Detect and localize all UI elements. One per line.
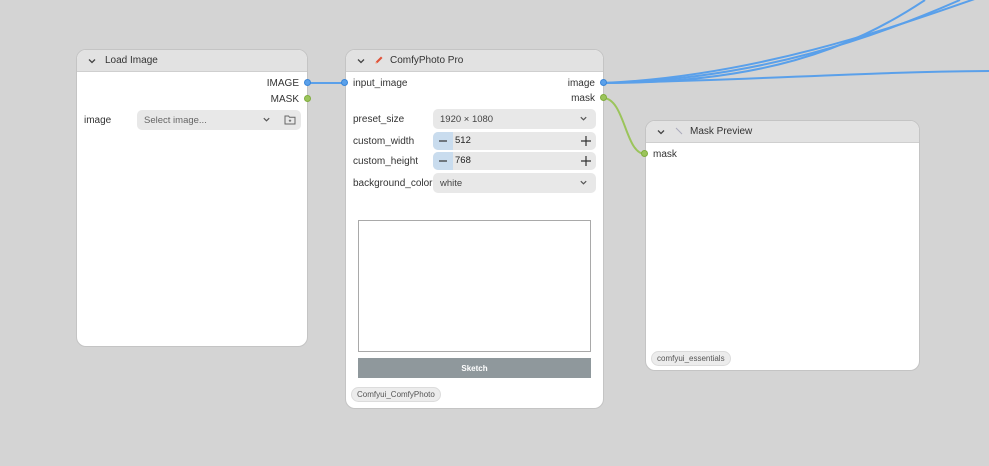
custom-width-label: custom_width [353, 136, 415, 147]
custom-height-stepper[interactable]: 768 [433, 152, 596, 170]
comfyphoto-image-output-dot[interactable] [600, 79, 607, 86]
output-image-label: IMAGE [266, 78, 299, 89]
chevron-down-icon [580, 180, 587, 185]
load-image-header[interactable]: Load Image [77, 50, 307, 72]
node-title: Load Image [105, 55, 158, 66]
mask-preview-header[interactable]: Mask Preview [646, 121, 919, 143]
folder-icon[interactable] [284, 114, 296, 125]
image-select-placeholder: Select image... [144, 114, 207, 126]
link-image-out-4[interactable] [602, 70, 989, 84]
output-image-label: image [567, 78, 595, 89]
custom-height-value[interactable]: 768 [455, 155, 471, 166]
load-image-node[interactable]: Load Image IMAGE MASK image Select image… [76, 49, 308, 347]
preset-size-label: preset_size [353, 114, 405, 125]
input-mask-label: mask [653, 149, 677, 160]
background-color-label: background_color [353, 178, 433, 189]
chevron-down-icon[interactable] [354, 54, 368, 68]
chevron-down-icon[interactable] [85, 54, 99, 68]
plus-icon[interactable] [580, 155, 592, 167]
custom-height-label: custom_height [353, 156, 419, 167]
minus-icon[interactable] [433, 152, 453, 170]
custom-width-value[interactable]: 512 [455, 135, 471, 146]
image-widget-label: image [84, 115, 112, 126]
node-source-badge: Comfyui_ComfyPhoto [351, 387, 441, 402]
wand-icon [674, 126, 686, 138]
link-image-out-1[interactable] [602, 0, 926, 84]
output-mask-label: MASK [270, 94, 299, 105]
preset-size-select[interactable]: 1920 × 1080 [433, 109, 596, 129]
mask-preview-node[interactable]: Mask Preview mask comfyui_essentials [645, 120, 920, 371]
mask-preview-input-dot[interactable] [641, 150, 648, 157]
comfyphoto-header[interactable]: ComfyPhoto Pro [346, 50, 603, 72]
node-title: ComfyPhoto Pro [390, 55, 464, 66]
node-source-badge: comfyui_essentials [651, 351, 731, 366]
comfyphoto-input-image-dot[interactable] [341, 79, 348, 86]
input-image-label: input_image [353, 78, 408, 89]
output-mask-label: mask [571, 93, 595, 104]
chevron-down-icon [580, 116, 587, 121]
sketch-button[interactable]: Sketch [358, 358, 591, 378]
background-color-value: white [440, 177, 463, 189]
plus-icon[interactable] [580, 135, 592, 147]
comfyphoto-pro-node[interactable]: ComfyPhoto Pro input_image image mask pr… [345, 49, 604, 409]
chevron-down-icon [263, 117, 270, 122]
link-image-out-3[interactable] [602, 0, 989, 84]
link-mask-to-preview[interactable] [602, 97, 646, 155]
custom-width-stepper[interactable]: 512 [433, 132, 596, 150]
background-color-select[interactable]: white [433, 173, 596, 193]
load-image-image-output-dot[interactable] [304, 79, 311, 86]
preset-size-value: 1920 × 1080 [440, 113, 494, 125]
node-title: Mask Preview [690, 126, 753, 137]
chevron-down-icon[interactable] [654, 125, 668, 139]
sketch-canvas[interactable] [358, 220, 591, 352]
link-image-out-2[interactable] [602, 0, 961, 84]
minus-icon[interactable] [433, 132, 453, 150]
comfyphoto-mask-output-dot[interactable] [600, 94, 607, 101]
load-image-mask-output-dot[interactable] [304, 95, 311, 102]
pencil-icon [374, 55, 386, 67]
image-select[interactable]: Select image... [137, 110, 301, 130]
